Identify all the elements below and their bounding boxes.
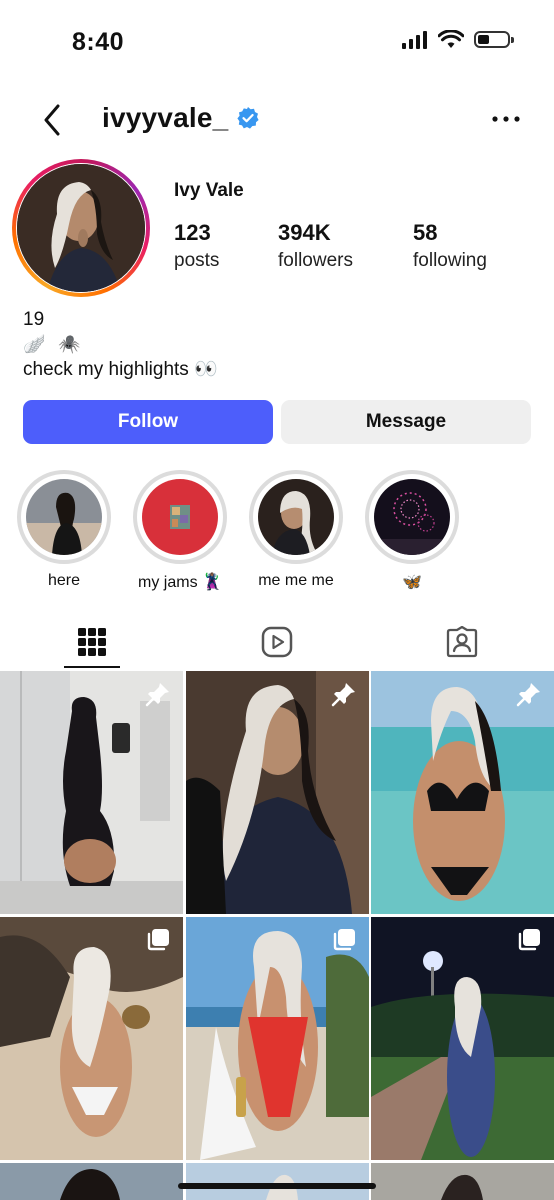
highlight-cover [26,479,102,555]
carousel-icon [147,929,169,951]
post-photo [0,1163,183,1200]
username: ivyyvale_ [102,102,229,133]
highlight-ring [365,470,459,564]
back-button[interactable] [38,100,74,140]
highlight-label: here [47,572,81,589]
post-photo [0,671,183,914]
reels-icon [261,626,293,658]
highlight-me-me-me[interactable]: me me me [238,470,354,590]
grid-icon [78,628,106,656]
post-tile[interactable] [0,1163,183,1200]
post-photo [186,1163,369,1200]
signal-icon [402,30,427,49]
highlight-cover [258,479,334,555]
avatar-illustration [17,164,145,292]
username-group: ivyyvale_ [102,102,260,134]
stat-following[interactable]: 58 following [413,220,487,272]
stat-following-label: following [413,250,487,271]
stat-posts-value: 123 [174,220,211,245]
bio-line-age: 19 [23,309,45,330]
post-tile[interactable] [371,1163,554,1200]
post-tile[interactable] [371,671,554,914]
chevron-left-icon [44,104,60,136]
status-bar: 8:40 [0,0,554,80]
stat-following-value: 58 [413,220,438,245]
post-photo [186,671,369,914]
post-photo [371,671,554,914]
highlight-cover [142,479,218,555]
avatar-photo [17,164,145,292]
highlight-label: my jams 🦹🏽‍♀️ [138,574,222,591]
highlight-my-jams[interactable]: my jams 🦹🏽‍♀️ [122,470,238,592]
profile-avatar[interactable] [12,159,150,297]
highlight-ring [17,470,111,564]
tab-reels[interactable] [185,616,369,668]
highlight-butterfly[interactable]: 🦋 [354,470,470,592]
pin-icon [331,683,355,707]
display-name: Ivy Vale [174,180,244,201]
follow-button[interactable]: Follow [23,400,273,444]
post-tile[interactable] [186,917,369,1160]
stat-followers-label: followers [278,250,353,271]
message-button[interactable]: Message [281,400,531,444]
stat-posts[interactable]: 123 posts [174,220,219,272]
profile-header: ivyyvale_ [0,92,554,148]
post-photo [0,917,183,1160]
more-horizontal-icon [492,116,520,122]
post-photo [371,1163,554,1200]
highlight-ring [133,470,227,564]
post-tile[interactable] [0,917,183,1160]
post-tile[interactable] [371,917,554,1160]
post-tile[interactable] [186,671,369,914]
stat-followers-value: 394K [278,220,331,245]
post-photo [186,917,369,1160]
pin-icon [516,683,540,707]
highlight-cover [374,479,450,555]
stat-posts-label: posts [174,250,220,271]
verified-badge-icon [237,107,259,129]
tab-tagged[interactable] [370,616,554,668]
status-icons [402,30,514,49]
post-tile[interactable] [0,671,183,914]
battery-icon [474,31,514,48]
highlight-ring [249,470,343,564]
home-indicator[interactable] [178,1183,376,1189]
bio-line-emoji: 🪽 🕷️ [23,334,85,354]
carousel-icon [333,929,355,951]
tagged-person-icon [446,626,478,658]
carousel-icon [518,929,540,951]
active-tab-indicator [64,666,120,668]
highlight-label: 🦋 [402,574,422,591]
post-tile[interactable] [186,1163,369,1200]
post-photo [371,917,554,1160]
highlight-label: me me me [258,572,334,589]
profile-bio: 19 🪽 🕷️ check my highlights 👀 [23,307,218,382]
pin-icon [145,683,169,707]
status-time: 8:40 [72,28,125,56]
profile-tabs [0,616,554,668]
stat-followers[interactable]: 394K followers [278,220,353,272]
battery-level-fill [478,35,489,44]
tab-grid[interactable] [0,616,184,668]
more-options-button[interactable] [486,106,526,132]
highlight-here[interactable]: here [6,470,122,590]
bio-line-text: check my highlights 👀 [23,359,218,380]
wifi-icon [438,30,464,48]
